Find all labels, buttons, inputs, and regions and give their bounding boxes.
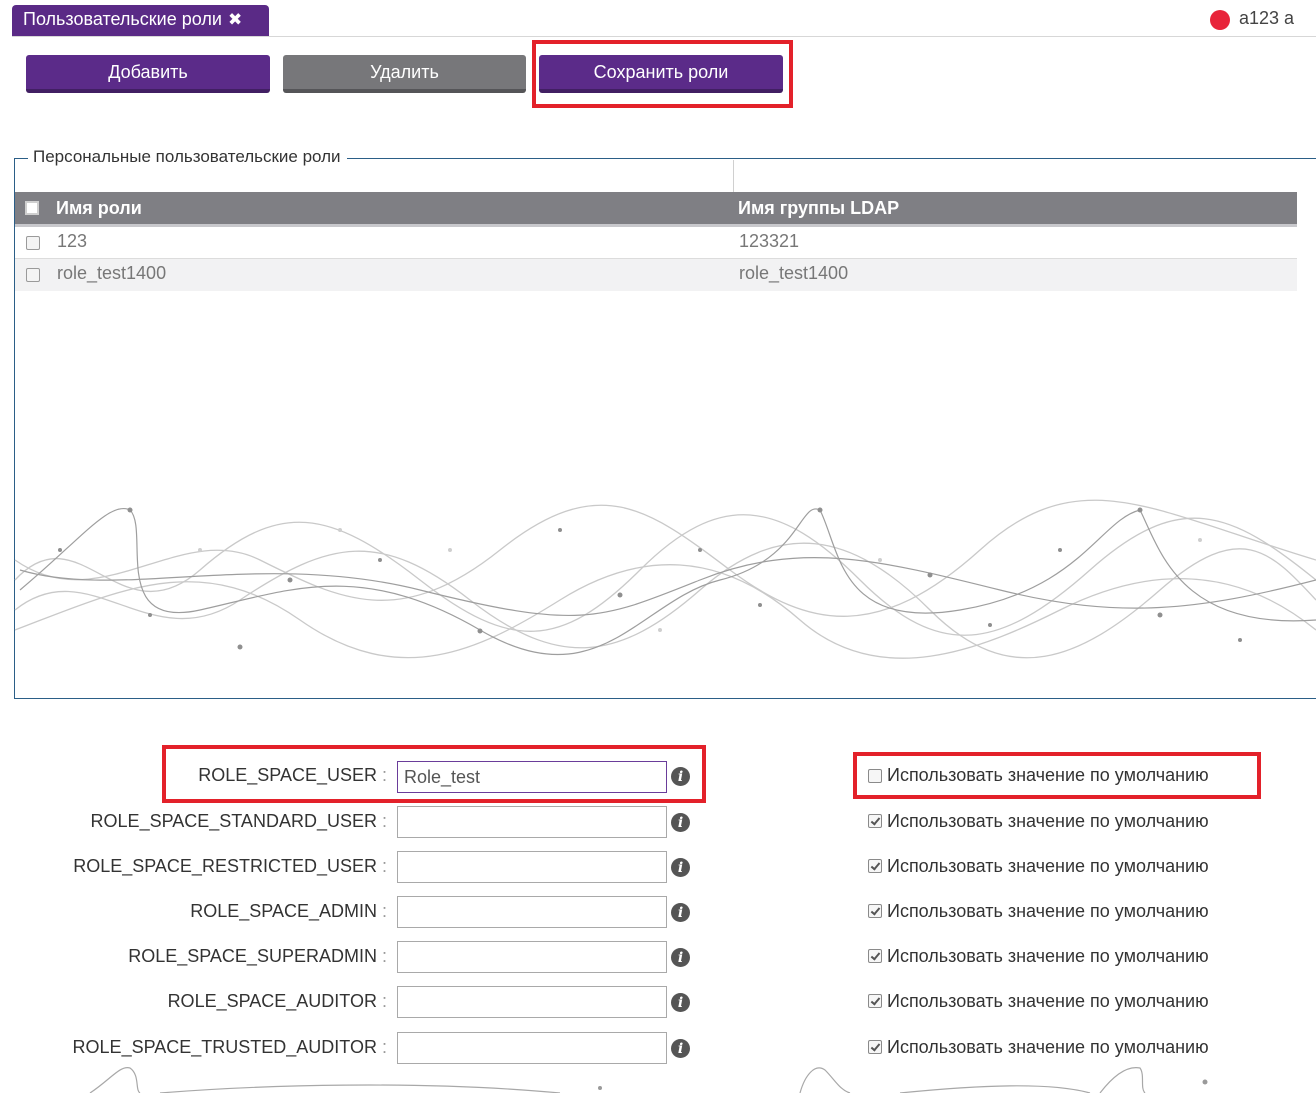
- info-icon[interactable]: i: [671, 903, 690, 922]
- user-status-icon: [1210, 10, 1230, 30]
- field-label-role-space-user: ROLE_SPACE_USER :: [198, 765, 387, 785]
- use-default-label: Использовать значение по умолчанию: [887, 856, 1209, 876]
- highlight-save-roles: [532, 40, 793, 108]
- field-label-role-space-standard-user: ROLE_SPACE_STANDARD_USER :: [90, 811, 387, 831]
- info-icon[interactable]: i: [671, 858, 690, 877]
- delete-button[interactable]: Удалить: [283, 55, 526, 93]
- use-default-label: Использовать значение по умолчанию: [887, 811, 1209, 831]
- ldap-group-cell: role_test1400: [739, 263, 849, 283]
- roles-panel-legend: Персональные пользовательские роли: [28, 147, 347, 167]
- use-default-label: Использовать значение по умолчанию: [887, 946, 1209, 966]
- tab-divider: [12, 36, 1316, 37]
- field-label-role-space-trusted-auditor: ROLE_SPACE_TRUSTED_AUDITOR :: [72, 1037, 387, 1057]
- tab-user-roles[interactable]: Пользовательские роли ✖: [12, 5, 269, 36]
- info-icon[interactable]: i: [671, 1039, 690, 1058]
- use-default-checkbox[interactable]: [868, 949, 882, 963]
- add-button[interactable]: Добавить: [26, 55, 270, 93]
- column-separator: [733, 160, 734, 192]
- role-space-auditor-input[interactable]: [397, 986, 667, 1018]
- tab-label: Пользовательские роли: [23, 9, 222, 29]
- info-icon[interactable]: i: [671, 993, 690, 1012]
- table-row[interactable]: role_test1400 role_test1400: [15, 259, 1297, 291]
- use-default-checkbox[interactable]: [868, 859, 882, 873]
- role-space-admin-input[interactable]: [397, 896, 667, 928]
- column-header-role-name[interactable]: Имя роли: [56, 198, 142, 219]
- use-default-checkbox[interactable]: [868, 814, 882, 828]
- use-default-label: Использовать значение по умолчанию: [887, 991, 1209, 1011]
- role-space-restricted-user-input[interactable]: [397, 851, 667, 883]
- use-default-checkbox[interactable]: [868, 769, 882, 783]
- use-default-label: Использовать значение по умолчанию: [887, 901, 1209, 921]
- decorative-wave-background: [89, 1067, 1208, 1093]
- role-space-standard-user-input[interactable]: [397, 806, 667, 838]
- roles-table-header: Имя роли Имя группы LDAP: [15, 192, 1297, 227]
- use-default-label: Использовать значение по умолчанию: [887, 765, 1209, 785]
- select-all-checkbox[interactable]: [25, 201, 39, 215]
- field-label-role-space-superadmin: ROLE_SPACE_SUPERADMIN :: [128, 946, 387, 966]
- role-space-user-input[interactable]: [397, 761, 667, 793]
- use-default-label: Использовать значение по умолчанию: [887, 1037, 1209, 1057]
- field-label-role-space-auditor: ROLE_SPACE_AUDITOR :: [167, 991, 387, 1011]
- use-default-checkbox[interactable]: [868, 1040, 882, 1054]
- use-default-checkbox[interactable]: [868, 994, 882, 1008]
- table-row[interactable]: 123 123321: [15, 227, 1297, 259]
- role-name-cell: role_test1400: [57, 263, 167, 283]
- role-space-superadmin-input[interactable]: [397, 941, 667, 973]
- info-icon[interactable]: i: [671, 767, 690, 786]
- row-checkbox[interactable]: [26, 236, 40, 250]
- use-default-checkbox[interactable]: [868, 904, 882, 918]
- info-icon[interactable]: i: [671, 948, 690, 967]
- role-space-trusted-auditor-input[interactable]: [397, 1032, 667, 1064]
- user-name[interactable]: a123 a: [1239, 8, 1294, 29]
- info-icon[interactable]: i: [671, 813, 690, 832]
- row-checkbox[interactable]: [26, 268, 40, 282]
- field-label-role-space-admin: ROLE_SPACE_ADMIN :: [190, 901, 387, 921]
- field-label-role-space-restricted-user: ROLE_SPACE_RESTRICTED_USER :: [73, 856, 387, 876]
- close-icon[interactable]: ✖: [228, 9, 242, 31]
- role-name-cell: 123: [57, 231, 88, 251]
- ldap-group-cell: 123321: [739, 231, 800, 251]
- column-header-ldap-group[interactable]: Имя группы LDAP: [738, 198, 899, 219]
